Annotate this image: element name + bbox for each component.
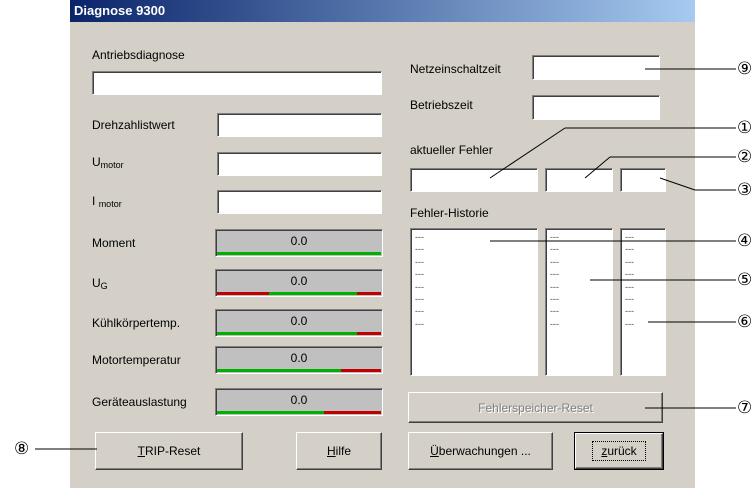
callout-9: ⑨: [737, 59, 753, 78]
callout-5: ⑤: [737, 270, 753, 289]
callout-2: ②: [737, 147, 753, 166]
callout-4: ④: [737, 231, 753, 250]
callout-lines: [35, 68, 736, 450]
callout-6: ⑥: [737, 312, 753, 331]
callout-line-2b: [584, 156, 611, 179]
callout-7: ⑦: [737, 398, 753, 417]
callout-1: ①: [737, 118, 753, 137]
callout-8: ⑧: [14, 439, 30, 458]
callout-line-1b: [489, 127, 566, 179]
callout-3: ③: [737, 180, 753, 199]
callout-line-3b: [659, 177, 696, 191]
